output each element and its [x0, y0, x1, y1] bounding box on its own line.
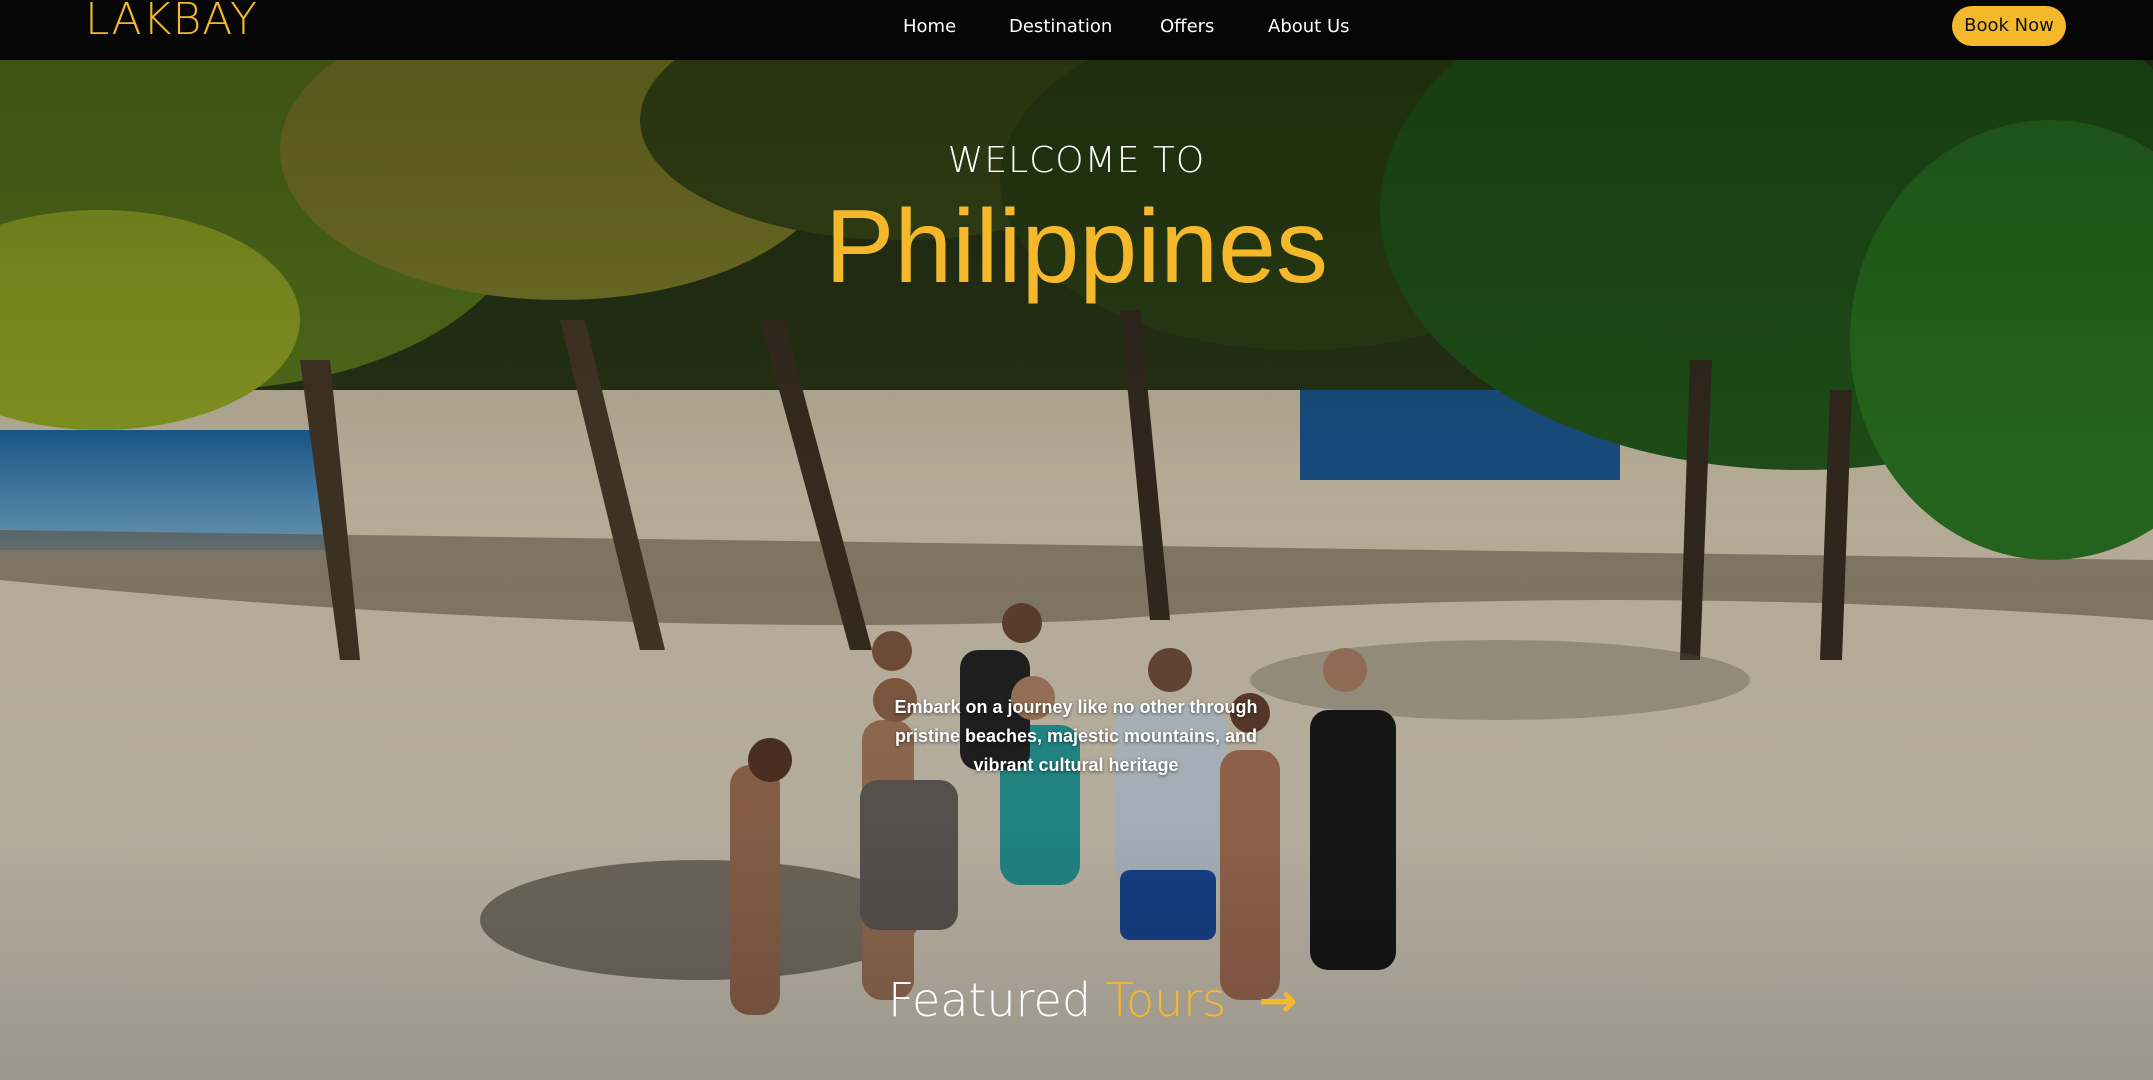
nav-item-home[interactable]: Home — [903, 15, 956, 39]
book-now-button[interactable]: Book Now — [1952, 6, 2066, 46]
nav-item-about-us[interactable]: About Us — [1268, 15, 1350, 39]
tours-label: Tours — [1105, 973, 1227, 1027]
featured-tours-link[interactable]: Featured Tours → — [888, 972, 1297, 1028]
hero-section: WELCOME TO Philippines Embark on a journ… — [0, 60, 2153, 1080]
featured-label: Featured — [888, 973, 1092, 1027]
nav-item-offers[interactable]: Offers — [1160, 15, 1214, 39]
welcome-heading: WELCOME TO — [947, 140, 1206, 181]
nav-item-destination[interactable]: Destination — [1009, 15, 1112, 39]
arrow-right-icon[interactable]: → — [1259, 973, 1298, 1027]
hero-title: Philippines — [825, 189, 1328, 305]
navbar: LAKBAY Home Destination Offers About Us … — [0, 0, 2153, 60]
nav-links: Home Destination Offers About Us — [0, 15, 2153, 39]
hero-tagline: Embark on a journey like no other throug… — [894, 697, 1258, 775]
